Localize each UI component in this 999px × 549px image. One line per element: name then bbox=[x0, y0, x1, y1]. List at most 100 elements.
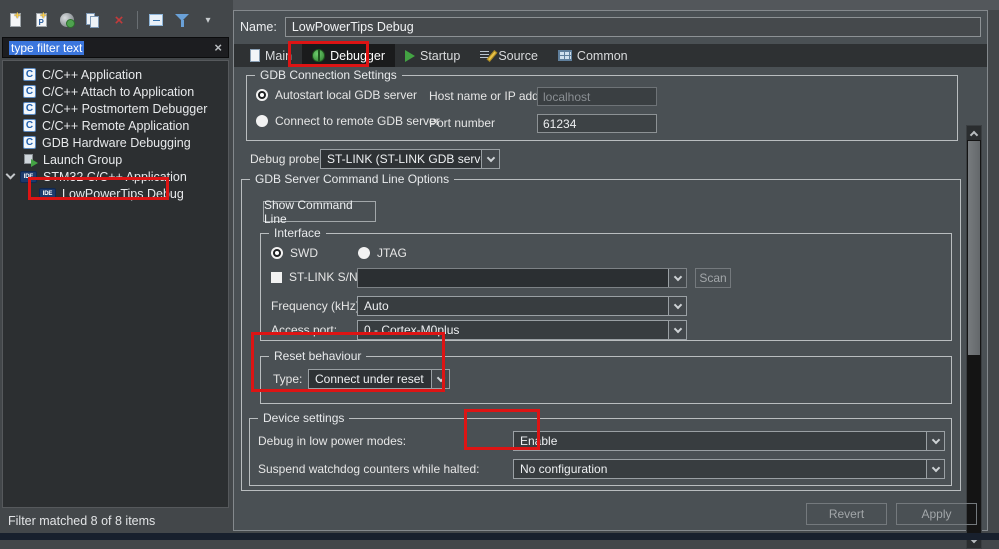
source-pencil-icon bbox=[480, 49, 493, 62]
chevron-down-icon[interactable] bbox=[668, 269, 686, 287]
jtag-radio[interactable]: JTAG bbox=[358, 246, 407, 260]
radio-label: SWD bbox=[290, 246, 318, 260]
access-port-dropdown[interactable]: 0 - Cortex-M0plus bbox=[357, 320, 687, 340]
launch-config-toolbar: + P+ × ▾ bbox=[0, 5, 230, 35]
reset-type-label: Type: bbox=[273, 372, 302, 386]
tab-label: Startup bbox=[420, 49, 460, 63]
export-config-button[interactable] bbox=[57, 10, 77, 30]
clear-filter-icon[interactable]: × bbox=[214, 40, 222, 55]
delete-icon: × bbox=[115, 13, 124, 28]
low-power-row: Debug in low power modes: bbox=[258, 434, 406, 448]
tree-item-cpp-remote[interactable]: CC/C++ Remote Application bbox=[23, 117, 189, 134]
radio-selected-icon[interactable] bbox=[256, 89, 268, 101]
radio-selected-icon[interactable] bbox=[271, 247, 283, 259]
launch-config-tree: CC/C++ Application CC/C++ Attach to Appl… bbox=[2, 60, 229, 508]
tab-common[interactable]: Common bbox=[548, 44, 638, 67]
radio-label: Autostart local GDB server bbox=[275, 88, 417, 102]
show-command-line-button[interactable]: Show Command Line bbox=[263, 201, 376, 222]
stlink-sn-dropdown[interactable] bbox=[357, 268, 687, 288]
tree-item-lowpowertips-debug[interactable]: IDE LowPowerTips Debug bbox=[39, 185, 184, 202]
tab-startup[interactable]: Startup bbox=[395, 44, 470, 67]
plus-badge: + bbox=[14, 11, 20, 21]
checkbox-icon[interactable] bbox=[271, 272, 282, 283]
tree-item-cpp-attach[interactable]: CC/C++ Attach to Application bbox=[23, 83, 194, 100]
export-icon bbox=[60, 13, 74, 27]
name-input[interactable] bbox=[285, 17, 981, 37]
frequency-dropdown[interactable]: Auto bbox=[357, 296, 687, 316]
scroll-up-icon[interactable] bbox=[967, 126, 981, 140]
delete-config-button[interactable]: × bbox=[109, 10, 129, 30]
access-port-row: Access port: bbox=[271, 323, 337, 337]
duplicate-icon bbox=[86, 13, 100, 28]
tree-item-stm32-application[interactable]: IDESTM32 C/C++ Application bbox=[7, 168, 187, 185]
new-launch-config-button[interactable]: + bbox=[5, 10, 25, 30]
c-app-icon: C bbox=[23, 68, 36, 81]
host-input[interactable] bbox=[537, 87, 657, 106]
port-label: Port number bbox=[429, 116, 495, 130]
duplicate-config-button[interactable] bbox=[83, 10, 103, 30]
tab-debugger[interactable]: Debugger bbox=[302, 44, 395, 67]
chevron-down-icon[interactable] bbox=[926, 432, 944, 450]
vertical-scrollbar[interactable] bbox=[966, 125, 982, 549]
watchdog-row: Suspend watchdog counters while halted: bbox=[258, 462, 479, 476]
tree-item-cpp-postmortem[interactable]: C C/C++ Postmortem Debugger bbox=[23, 100, 207, 117]
window-bottom-strip bbox=[0, 533, 999, 540]
tab-label: Main bbox=[265, 49, 292, 63]
tree-item-label: C/C++ Postmortem Debugger bbox=[42, 102, 207, 116]
tab-main[interactable]: Main bbox=[240, 44, 302, 67]
tree-item-gdb-hardware[interactable]: CGDB Hardware Debugging bbox=[23, 134, 191, 151]
revert-button[interactable]: Revert bbox=[806, 503, 887, 525]
remote-gdb-radio[interactable]: Connect to remote GDB server bbox=[256, 114, 440, 128]
reset-type-dropdown[interactable]: Connect under reset bbox=[308, 369, 450, 389]
debug-probe-label: Debug probe bbox=[250, 152, 319, 166]
filter-menu-button[interactable]: ▾ bbox=[198, 10, 218, 30]
scrollbar-thumb[interactable] bbox=[968, 141, 980, 355]
filter-launch-configs-button[interactable] bbox=[172, 10, 192, 30]
chevron-down-icon[interactable] bbox=[481, 150, 499, 168]
low-power-dropdown[interactable]: Enable bbox=[513, 431, 945, 451]
common-table-icon bbox=[558, 50, 572, 61]
tree-item-cpp-application[interactable]: CC/C++ Application bbox=[23, 66, 142, 83]
frequency-value: Auto bbox=[358, 297, 668, 315]
chevron-down-icon[interactable] bbox=[668, 321, 686, 339]
tree-item-label: Launch Group bbox=[43, 153, 122, 167]
debug-probe-dropdown[interactable]: ST-LINK (ST-LINK GDB server) bbox=[320, 149, 500, 169]
debug-configurations-dialog: + P+ × ▾ type filter text × CC/C++ Appli… bbox=[0, 0, 999, 540]
launch-group-icon bbox=[23, 153, 37, 166]
new-prototype-button[interactable]: P+ bbox=[31, 10, 51, 30]
group-title: Device settings bbox=[258, 411, 349, 426]
filter-icon bbox=[175, 12, 189, 28]
tree-item-label: LowPowerTips Debug bbox=[62, 187, 184, 201]
swd-radio[interactable]: SWD bbox=[271, 246, 318, 260]
watchdog-label: Suspend watchdog counters while halted: bbox=[258, 462, 479, 476]
port-input[interactable] bbox=[537, 114, 657, 133]
debug-probe-row: Debug probe bbox=[250, 152, 319, 166]
chevron-down-icon[interactable] bbox=[668, 297, 686, 315]
ide-icon: IDE bbox=[20, 171, 37, 183]
chevron-down-icon[interactable] bbox=[431, 370, 449, 388]
watchdog-dropdown[interactable]: No configuration bbox=[513, 459, 945, 479]
c-app-icon: C bbox=[23, 102, 36, 115]
chevron-down-icon[interactable] bbox=[926, 460, 944, 478]
tab-label: Debugger bbox=[330, 49, 385, 63]
tree-item-launch-group[interactable]: Launch Group bbox=[23, 151, 122, 168]
collapse-all-button[interactable] bbox=[146, 10, 166, 30]
stlink-sn-checkbox-row[interactable]: ST-LINK S/N bbox=[271, 270, 358, 284]
tree-item-label: GDB Hardware Debugging bbox=[42, 136, 191, 150]
access-port-label: Access port: bbox=[271, 323, 337, 337]
filter-input[interactable]: type filter text × bbox=[2, 37, 229, 58]
radio-unselected-icon[interactable] bbox=[358, 247, 370, 259]
radio-label: JTAG bbox=[377, 246, 407, 260]
tab-source[interactable]: Source bbox=[470, 44, 548, 67]
scan-button[interactable]: Scan bbox=[695, 268, 731, 288]
gdb-server-options-group: GDB Server Command Line Options Show Com… bbox=[241, 179, 961, 491]
radio-unselected-icon[interactable] bbox=[256, 115, 268, 127]
startup-play-icon bbox=[405, 50, 415, 62]
group-title: GDB Connection Settings bbox=[255, 68, 402, 83]
tree-expander-icon[interactable] bbox=[6, 170, 16, 180]
autostart-gdb-radio[interactable]: Autostart local GDB server bbox=[256, 88, 417, 102]
stlink-sn-value bbox=[358, 269, 668, 287]
port-row: Port number bbox=[429, 116, 495, 130]
ide-icon: IDE bbox=[39, 188, 56, 200]
apply-button[interactable]: Apply bbox=[896, 503, 977, 525]
